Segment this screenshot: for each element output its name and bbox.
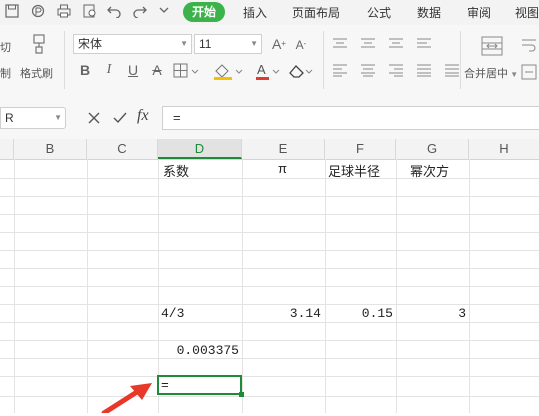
- column-header-g[interactable]: G: [396, 139, 469, 159]
- formula-input-value: =: [173, 110, 181, 125]
- chevron-down-icon: ▼: [250, 39, 258, 48]
- redo-icon[interactable]: [132, 4, 148, 20]
- merge-center-icon[interactable]: [480, 35, 504, 57]
- column-header-c[interactable]: C: [87, 139, 158, 159]
- name-box[interactable]: R ▼: [0, 107, 66, 129]
- cancel-icon[interactable]: [86, 110, 102, 126]
- italic-icon[interactable]: I: [100, 61, 118, 79]
- cell-g-header[interactable]: 幂次方: [410, 161, 449, 180]
- bold-icon[interactable]: B: [76, 61, 94, 79]
- tab-page-layout[interactable]: 页面布局: [292, 4, 340, 22]
- active-cell-value: =: [161, 378, 169, 393]
- font-name-select[interactable]: 宋体 ▼: [73, 34, 192, 54]
- tab-view[interactable]: 视图: [515, 4, 539, 22]
- export-icon[interactable]: [30, 4, 46, 20]
- cell-f-value[interactable]: 0.15: [325, 306, 393, 321]
- merge-center-label[interactable]: 合并居中 ▼: [464, 65, 518, 81]
- column-line: [242, 159, 243, 413]
- column-header-h[interactable]: H: [469, 139, 539, 159]
- copy-button[interactable]: 制: [0, 65, 11, 81]
- format-painter-label[interactable]: 格式刷: [20, 65, 53, 81]
- ribbon-divider: [64, 31, 65, 89]
- cell-e-header[interactable]: π: [278, 161, 287, 176]
- cell-d-value[interactable]: 4/3: [161, 306, 184, 321]
- column-line: [396, 159, 397, 413]
- increase-font-icon[interactable]: A+: [270, 35, 288, 53]
- cut-button[interactable]: 切: [0, 39, 11, 55]
- active-cell[interactable]: =: [157, 375, 242, 395]
- column-header-stub[interactable]: [0, 139, 14, 159]
- ribbon-divider: [323, 31, 324, 89]
- font-name-value: 宋体: [78, 37, 103, 51]
- column-header-row: B C D E F G H: [0, 139, 539, 160]
- chevron-down-icon: ▼: [180, 39, 188, 48]
- ribbon-divider: [460, 31, 461, 89]
- vertical-align-icons: [333, 37, 453, 51]
- row-line: [0, 268, 539, 269]
- undo-icon[interactable]: [106, 4, 122, 20]
- enter-icon[interactable]: [112, 110, 128, 126]
- font-size-value: 11: [199, 37, 212, 51]
- font-color-icon[interactable]: A: [254, 62, 284, 80]
- column-line: [325, 159, 326, 413]
- row-line: [0, 178, 539, 179]
- decrease-font-icon[interactable]: A-: [292, 35, 310, 53]
- menu-bar: 开始 插入 页面布局 公式 数据 审阅 视图: [0, 0, 539, 25]
- column-line: [469, 159, 470, 413]
- column-header-e[interactable]: E: [242, 139, 325, 159]
- print-icon[interactable]: [56, 4, 72, 20]
- column-header-b[interactable]: B: [14, 139, 87, 159]
- cell-f-header[interactable]: 足球半径: [328, 161, 380, 180]
- tab-home[interactable]: 开始: [183, 2, 226, 22]
- row-line: [0, 376, 539, 377]
- borders-icon[interactable]: [172, 62, 202, 80]
- row-line: [0, 214, 539, 215]
- formula-bar: R ▼ fx =: [0, 95, 539, 139]
- row-line: [0, 322, 539, 323]
- formula-input[interactable]: =: [162, 106, 539, 130]
- row-line: [0, 196, 539, 197]
- tab-data[interactable]: 数据: [417, 4, 441, 22]
- cell-e-value[interactable]: 3.14: [242, 306, 321, 321]
- column-line: [87, 159, 88, 413]
- insert-function-icon[interactable]: fx: [137, 107, 149, 125]
- fill-color-icon[interactable]: [212, 62, 246, 80]
- font-size-select[interactable]: 11 ▼: [194, 34, 262, 54]
- column-header-f[interactable]: F: [325, 139, 396, 159]
- row-line: [0, 232, 539, 233]
- underline-icon[interactable]: U: [124, 61, 142, 79]
- column-line: [14, 159, 15, 413]
- ribbon: 切 制 格式刷 宋体 ▼ 11 ▼ A+ A- B I U A A 合并居中 ▼: [0, 25, 539, 96]
- row-line: [0, 396, 539, 397]
- annotation-arrow-icon: [100, 380, 160, 416]
- row-line: [0, 250, 539, 251]
- tab-review[interactable]: 审阅: [467, 4, 491, 22]
- cell-d-header[interactable]: 系数: [163, 161, 189, 180]
- eraser-icon[interactable]: [288, 62, 316, 80]
- tab-insert[interactable]: 插入: [243, 4, 267, 22]
- strikethrough-icon[interactable]: A: [148, 61, 166, 79]
- tab-formulas[interactable]: 公式: [367, 4, 391, 22]
- cell-d-result[interactable]: 0.003375: [158, 343, 239, 358]
- save-icon[interactable]: [4, 4, 20, 20]
- svg-text:A: A: [257, 62, 266, 77]
- row-line: [0, 358, 539, 359]
- column-header-d[interactable]: D: [158, 139, 242, 159]
- row-line: [0, 286, 539, 287]
- format-painter-icon[interactable]: [28, 33, 50, 55]
- row-line: [0, 340, 539, 341]
- row-line: [0, 304, 539, 305]
- customize-quick-access-icon[interactable]: [156, 4, 172, 20]
- fill-handle[interactable]: [239, 392, 244, 397]
- print-preview-icon[interactable]: [82, 4, 98, 20]
- cell-g-value[interactable]: 3: [396, 306, 466, 321]
- name-box-value: R: [5, 111, 14, 125]
- chevron-down-icon: ▼: [54, 113, 62, 122]
- auto-fit-icon[interactable]: [520, 63, 538, 81]
- wrap-text-icon[interactable]: [520, 37, 538, 55]
